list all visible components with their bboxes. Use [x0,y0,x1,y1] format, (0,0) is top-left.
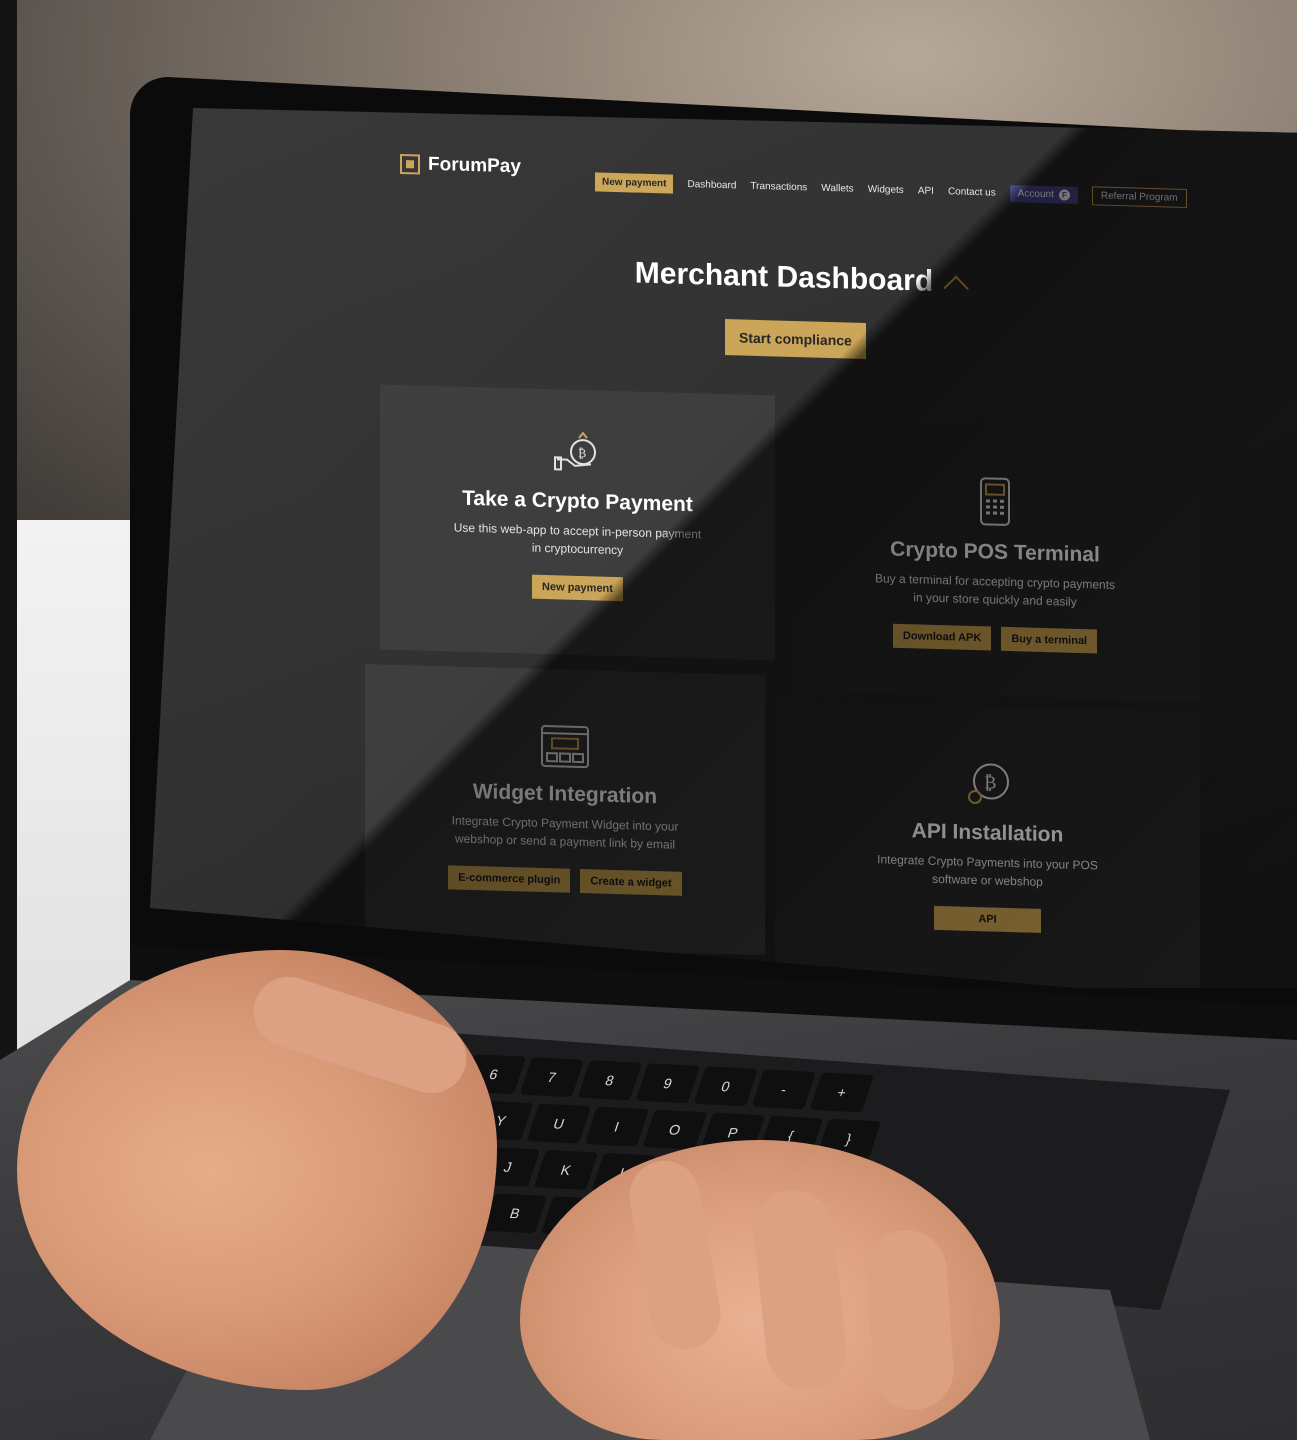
api-button[interactable]: API [934,905,1041,933]
ecommerce-plugin-button[interactable]: E-commerce plugin [448,865,571,893]
page-title: Merchant Dashboard [634,256,934,298]
account-button[interactable]: Account F [1009,185,1078,204]
money-bag-icon: ₿ [553,431,596,471]
svg-text:₿: ₿ [984,772,996,793]
nav-item-transactions[interactable]: Transactions [750,181,807,194]
card-description: Integrate Crypto Payment Widget into you… [451,813,679,852]
card-widget-integration: Widget Integration Integrate Crypto Paym… [365,664,765,956]
card-crypto-payment: ₿ Take a Crypto Payment Use this web-app… [380,384,775,661]
bitcoin-gear-icon: ₿ [967,763,1009,805]
card-title: Take a Crypto Payment [462,486,693,517]
buy-terminal-button[interactable]: Buy a terminal [1001,626,1098,654]
keyboard-key[interactable]: I [584,1106,650,1147]
laptop-screen: ForumPay New payment Dashboard Transacti… [150,108,1297,988]
forumpay-logo[interactable]: ForumPay [400,153,521,178]
start-compliance-button[interactable]: Start compliance [725,319,866,359]
right-finger [863,1227,957,1413]
account-label: Account [1017,188,1054,201]
nav-new-payment-button[interactable]: New payment [595,172,674,194]
card-api-installation: ₿ API Installation Integrate Crypto Paym… [775,700,1200,988]
nav-item-api[interactable]: API [918,185,934,196]
nav-item-contact[interactable]: Contact us [948,186,996,198]
keyboard-key[interactable]: 0 [693,1066,758,1107]
keyboard-key[interactable]: K [533,1149,599,1190]
keyboard-key[interactable]: 7 [519,1057,584,1098]
card-description: Integrate Crypto Payments into your POS … [877,852,1098,889]
chevron-up-icon[interactable] [943,275,969,301]
card-description: Buy a terminal for accepting crypto paym… [874,571,1116,609]
logo-text: ForumPay [428,153,521,178]
page-header: Merchant Dashboard [630,256,970,301]
keyboard-key[interactable]: + [809,1072,874,1113]
referral-program-button[interactable]: Referral Program [1091,186,1187,208]
new-payment-button[interactable]: New payment [532,574,623,602]
card-title: Crypto POS Terminal [890,537,1100,567]
card-title: Widget Integration [472,780,658,809]
keyboard-key[interactable]: 9 [635,1063,700,1104]
widget-icon [541,725,589,769]
nav-item-dashboard[interactable]: Dashboard [687,179,736,191]
logo-icon [400,153,420,175]
nav-item-widgets[interactable]: Widgets [868,184,904,196]
pos-terminal-icon [980,477,1010,526]
card-title: API Installation [911,819,1064,847]
top-nav: New payment Dashboard Transactions Walle… [595,172,1187,208]
svg-text:₿: ₿ [578,446,586,460]
download-apk-button[interactable]: Download APK [892,623,992,651]
card-description: Use this web-app to accept in-person pay… [453,520,702,558]
keyboard-key[interactable]: O [642,1109,708,1150]
create-widget-button[interactable]: Create a widget [580,869,682,896]
nav-item-wallets[interactable]: Wallets [821,183,853,195]
card-pos-terminal: Crypto POS Terminal Buy a terminal for a… [790,420,1200,703]
keyboard-key[interactable]: 8 [577,1060,642,1101]
account-avatar: F [1058,189,1070,201]
keyboard-key[interactable]: U [526,1103,592,1144]
keyboard-key[interactable]: - [751,1069,816,1110]
